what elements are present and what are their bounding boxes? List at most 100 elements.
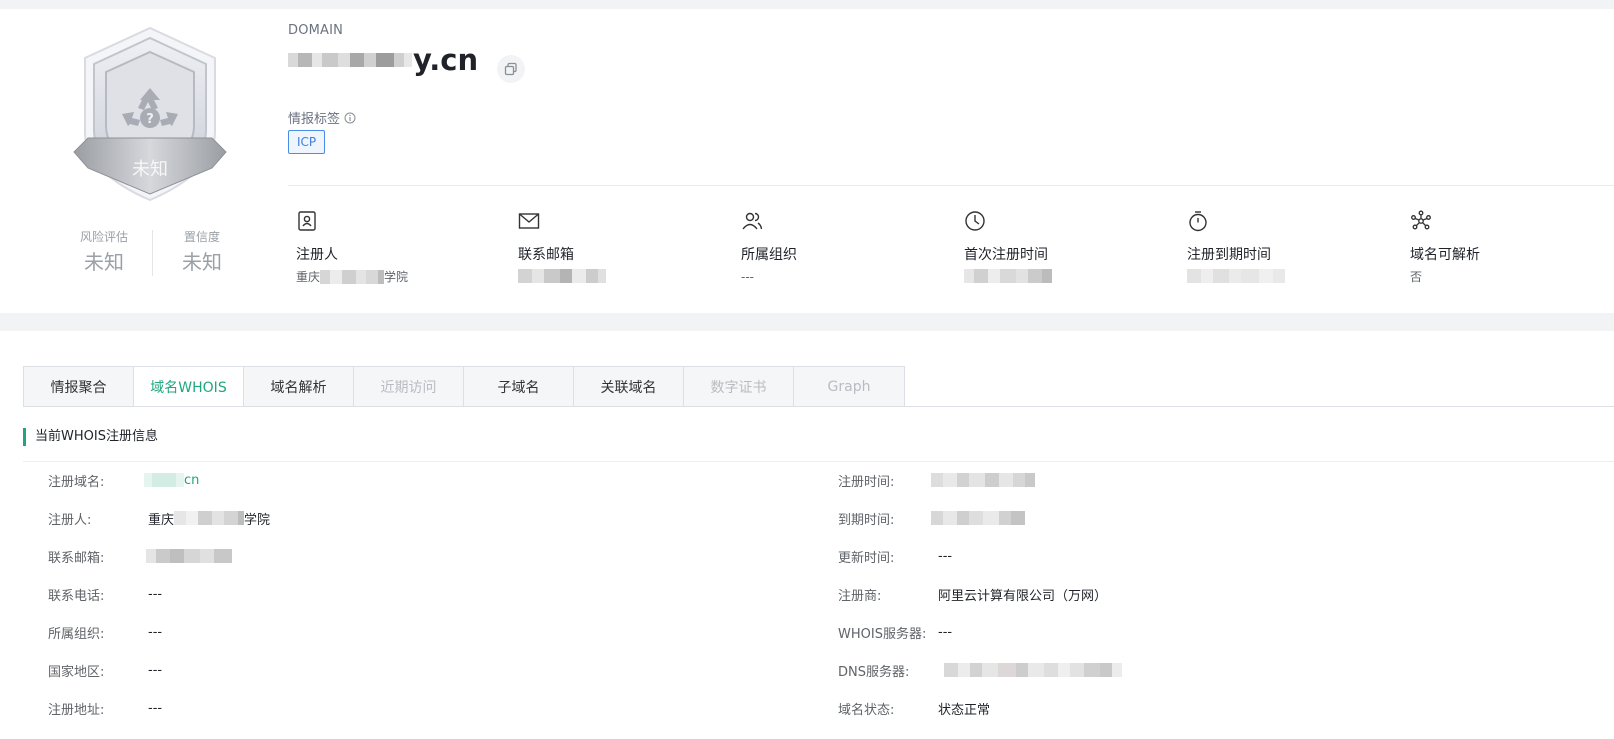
whois-row-registrar: 注册商: 阿里云计算有限公司（万网） bbox=[838, 584, 1107, 604]
field-value: --- bbox=[938, 624, 953, 640]
divider bbox=[23, 406, 1614, 407]
confidence: 置信度 未知 bbox=[154, 228, 250, 276]
whois-row-updated-at: 更新时间: --- bbox=[838, 546, 952, 566]
meta-expiry: 注册到期时间 bbox=[1187, 210, 1387, 283]
risk-assessment: 风险评估 未知 bbox=[56, 228, 152, 276]
meta-label: 注册人 bbox=[296, 247, 338, 263]
field-label: 注册地址: bbox=[48, 702, 105, 718]
field-value: --- bbox=[148, 586, 163, 602]
redacted-value bbox=[518, 269, 718, 283]
redacted-value bbox=[931, 473, 1035, 487]
detail-tabs: 情报聚合 域名WHOIS 域名解析 近期访问 子域名 关联域名 数字证书 Gra… bbox=[23, 366, 905, 407]
tab-recent-visits[interactable]: 近期访问 bbox=[354, 367, 464, 406]
whois-row-expires-at: 到期时间: bbox=[838, 508, 1025, 528]
redacted-value bbox=[964, 269, 1164, 283]
value-suffix: 学院 bbox=[384, 270, 409, 284]
redacted-domain bbox=[288, 45, 412, 75]
whois-row-status: 域名状态: 状态正常 bbox=[838, 698, 990, 718]
divider bbox=[152, 230, 153, 276]
domain-suffix: y.cn bbox=[413, 43, 479, 77]
network-icon bbox=[1411, 210, 1431, 230]
tab-intel-aggregate[interactable]: 情报聚合 bbox=[24, 367, 134, 406]
divider bbox=[23, 461, 1614, 462]
field-value: --- bbox=[148, 662, 163, 678]
copy-icon bbox=[504, 62, 517, 76]
divider bbox=[288, 185, 1614, 186]
tab-dns-resolution[interactable]: 域名解析 bbox=[244, 367, 354, 406]
meta-organization: 所属组织 --- bbox=[741, 210, 941, 285]
tab-certificates[interactable]: 数字证书 bbox=[684, 367, 794, 406]
field-label: 域名状态: bbox=[838, 702, 895, 718]
risk-summary: 风险评估 未知 置信度 未知 bbox=[56, 228, 250, 278]
risk-shield-badge: ? 未知 bbox=[60, 22, 240, 207]
field-label: 联系邮箱: bbox=[48, 550, 105, 566]
field-value: 状态正常 bbox=[938, 702, 991, 718]
tab-whois[interactable]: 域名WHOIS bbox=[134, 367, 244, 407]
contact-card-icon bbox=[298, 211, 316, 231]
meta-label: 首次注册时间 bbox=[964, 247, 1048, 263]
field-label: 联系电话: bbox=[48, 588, 105, 604]
meta-registrant: 注册人 重庆 学院 bbox=[296, 210, 496, 285]
whois-row-organization: 所属组织: --- bbox=[48, 622, 162, 642]
tab-related-domains[interactable]: 关联域名 bbox=[574, 367, 684, 406]
tag-icp[interactable]: ICP bbox=[288, 130, 326, 154]
field-value: 阿里云计算有限公司（万网） bbox=[938, 588, 1108, 604]
whois-row-address: 注册地址: --- bbox=[48, 698, 162, 718]
copy-button[interactable] bbox=[497, 55, 525, 83]
risk-value: 未知 bbox=[84, 250, 124, 274]
info-icon[interactable] bbox=[344, 112, 356, 124]
svg-text:未知: 未知 bbox=[132, 159, 168, 180]
meta-value: 否 bbox=[1410, 270, 1423, 284]
whois-row-phone: 联系电话: --- bbox=[48, 584, 162, 604]
domain-tld: cn bbox=[184, 472, 200, 488]
confidence-value: 未知 bbox=[182, 250, 222, 274]
field-label: 国家地区: bbox=[48, 664, 105, 680]
field-label: 注册人: bbox=[48, 512, 92, 528]
redacted-value bbox=[1187, 269, 1387, 283]
domain-title: y.cn bbox=[288, 40, 478, 80]
field-label: 更新时间: bbox=[838, 550, 895, 566]
meta-value: 重庆 学院 bbox=[296, 269, 496, 285]
tab-subdomains[interactable]: 子域名 bbox=[464, 367, 574, 406]
meta-label: 注册到期时间 bbox=[1187, 247, 1271, 263]
meta-first-registered: 首次注册时间 bbox=[964, 210, 1164, 283]
value-prefix: 重庆 bbox=[296, 270, 321, 284]
field-label: 所属组织: bbox=[48, 626, 105, 642]
whois-row-email: 联系邮箱: bbox=[48, 546, 232, 566]
field-label: 注册时间: bbox=[838, 474, 895, 490]
redacted-value bbox=[146, 549, 232, 563]
field-label: 注册域名: bbox=[48, 474, 105, 490]
value-prefix: 重庆 bbox=[148, 512, 175, 528]
redacted-value bbox=[931, 511, 1025, 525]
meta-resolvable: 域名可解析 否 bbox=[1410, 210, 1610, 285]
meta-email: 联系邮箱 bbox=[518, 210, 718, 283]
stopwatch-icon bbox=[1189, 211, 1207, 232]
meta-label: 所属组织 bbox=[741, 247, 797, 263]
meta-label: 联系邮箱 bbox=[518, 247, 574, 263]
whois-row-dns-servers: DNS服务器: bbox=[838, 660, 1122, 680]
field-label: 到期时间: bbox=[838, 512, 895, 528]
field-label: WHOIS服务器: bbox=[838, 626, 927, 642]
domain-kicker: DOMAIN bbox=[288, 23, 344, 38]
intel-tags-title: 情报标签 bbox=[288, 108, 356, 127]
svg-text:?: ? bbox=[146, 112, 154, 127]
users-icon bbox=[742, 212, 763, 230]
field-value: --- bbox=[148, 700, 163, 716]
whois-row-registered-at: 注册时间: bbox=[838, 470, 1035, 490]
redacted-value bbox=[944, 663, 1122, 677]
section-title: 当前WHOIS注册信息 bbox=[23, 428, 158, 446]
tab-graph[interactable]: Graph bbox=[794, 367, 904, 406]
field-value[interactable]: cn bbox=[144, 473, 199, 488]
field-value: --- bbox=[148, 624, 163, 640]
whois-row-country: 国家地区: --- bbox=[48, 660, 162, 680]
whois-row-whois-server: WHOIS服务器: --- bbox=[838, 622, 952, 642]
field-value: --- bbox=[938, 548, 953, 564]
risk-label: 风险评估 bbox=[79, 230, 128, 244]
mail-icon bbox=[518, 213, 540, 229]
meta-value: --- bbox=[741, 270, 754, 284]
clock-icon bbox=[965, 211, 985, 231]
field-value: 重庆 学院 bbox=[148, 509, 270, 528]
whois-row-domain: 注册域名: cn bbox=[48, 470, 199, 490]
field-label: 注册商: bbox=[838, 588, 882, 604]
field-label: DNS服务器: bbox=[838, 664, 910, 680]
